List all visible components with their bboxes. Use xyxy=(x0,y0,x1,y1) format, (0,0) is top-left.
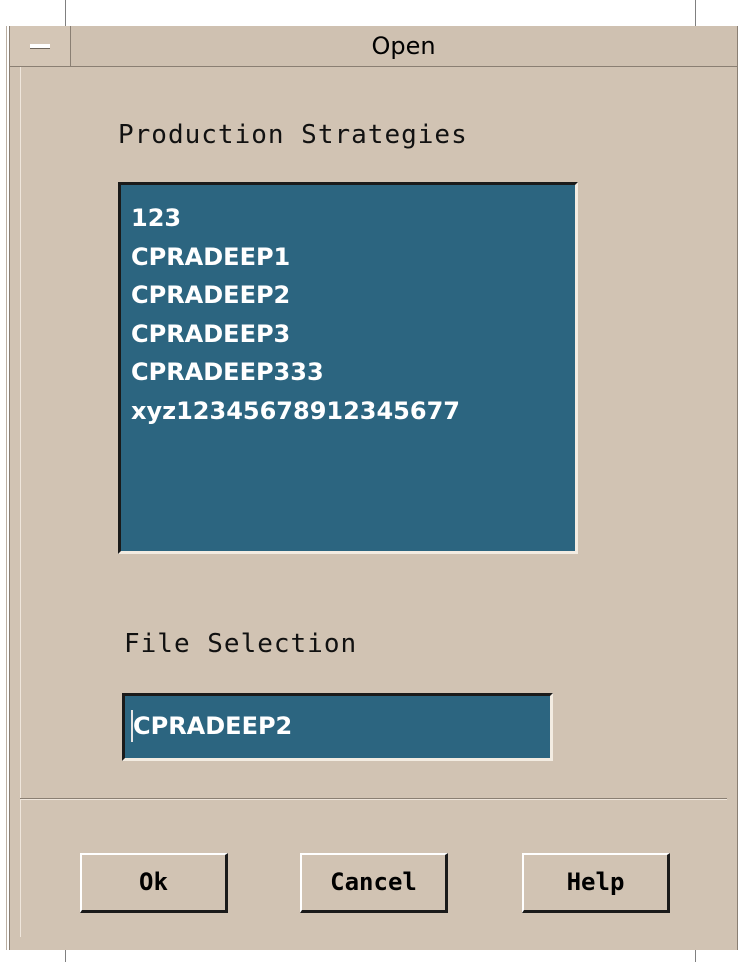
window-menu-button[interactable] xyxy=(10,26,71,66)
ok-button[interactable]: Ok xyxy=(80,853,228,913)
desktop-top-strip xyxy=(0,0,741,26)
cancel-button[interactable]: Cancel xyxy=(300,853,448,913)
window-menu-icon xyxy=(30,44,50,49)
title-bar[interactable]: Open xyxy=(10,26,737,67)
window-border-left xyxy=(0,26,9,950)
file-selection-label: File Selection xyxy=(124,629,358,659)
list-item[interactable]: CPRADEEP3 xyxy=(131,315,575,354)
open-dialog: Open Production Strategies 123 CPRADEEP1… xyxy=(9,26,738,950)
list-item[interactable]: CPRADEEP333 xyxy=(131,353,575,392)
desktop-bottom-strip xyxy=(0,950,741,962)
strategies-list[interactable]: 123 CPRADEEP1 CPRADEEP2 CPRADEEP3 CPRADE… xyxy=(118,182,578,554)
strategies-label: Production Strategies xyxy=(118,120,468,150)
text-cursor xyxy=(131,710,133,742)
window-title: Open xyxy=(371,32,436,60)
button-separator xyxy=(20,798,727,800)
file-selection-value: CPRADEEP2 xyxy=(133,712,293,740)
help-button[interactable]: Help xyxy=(522,853,670,913)
list-item[interactable]: xyz12345678912345677 xyxy=(131,392,575,431)
list-item[interactable]: 123 xyxy=(131,199,575,238)
list-item[interactable]: CPRADEEP2 xyxy=(131,276,575,315)
file-selection-input[interactable]: CPRADEEP2 xyxy=(122,693,553,761)
list-item[interactable]: CPRADEEP1 xyxy=(131,238,575,277)
